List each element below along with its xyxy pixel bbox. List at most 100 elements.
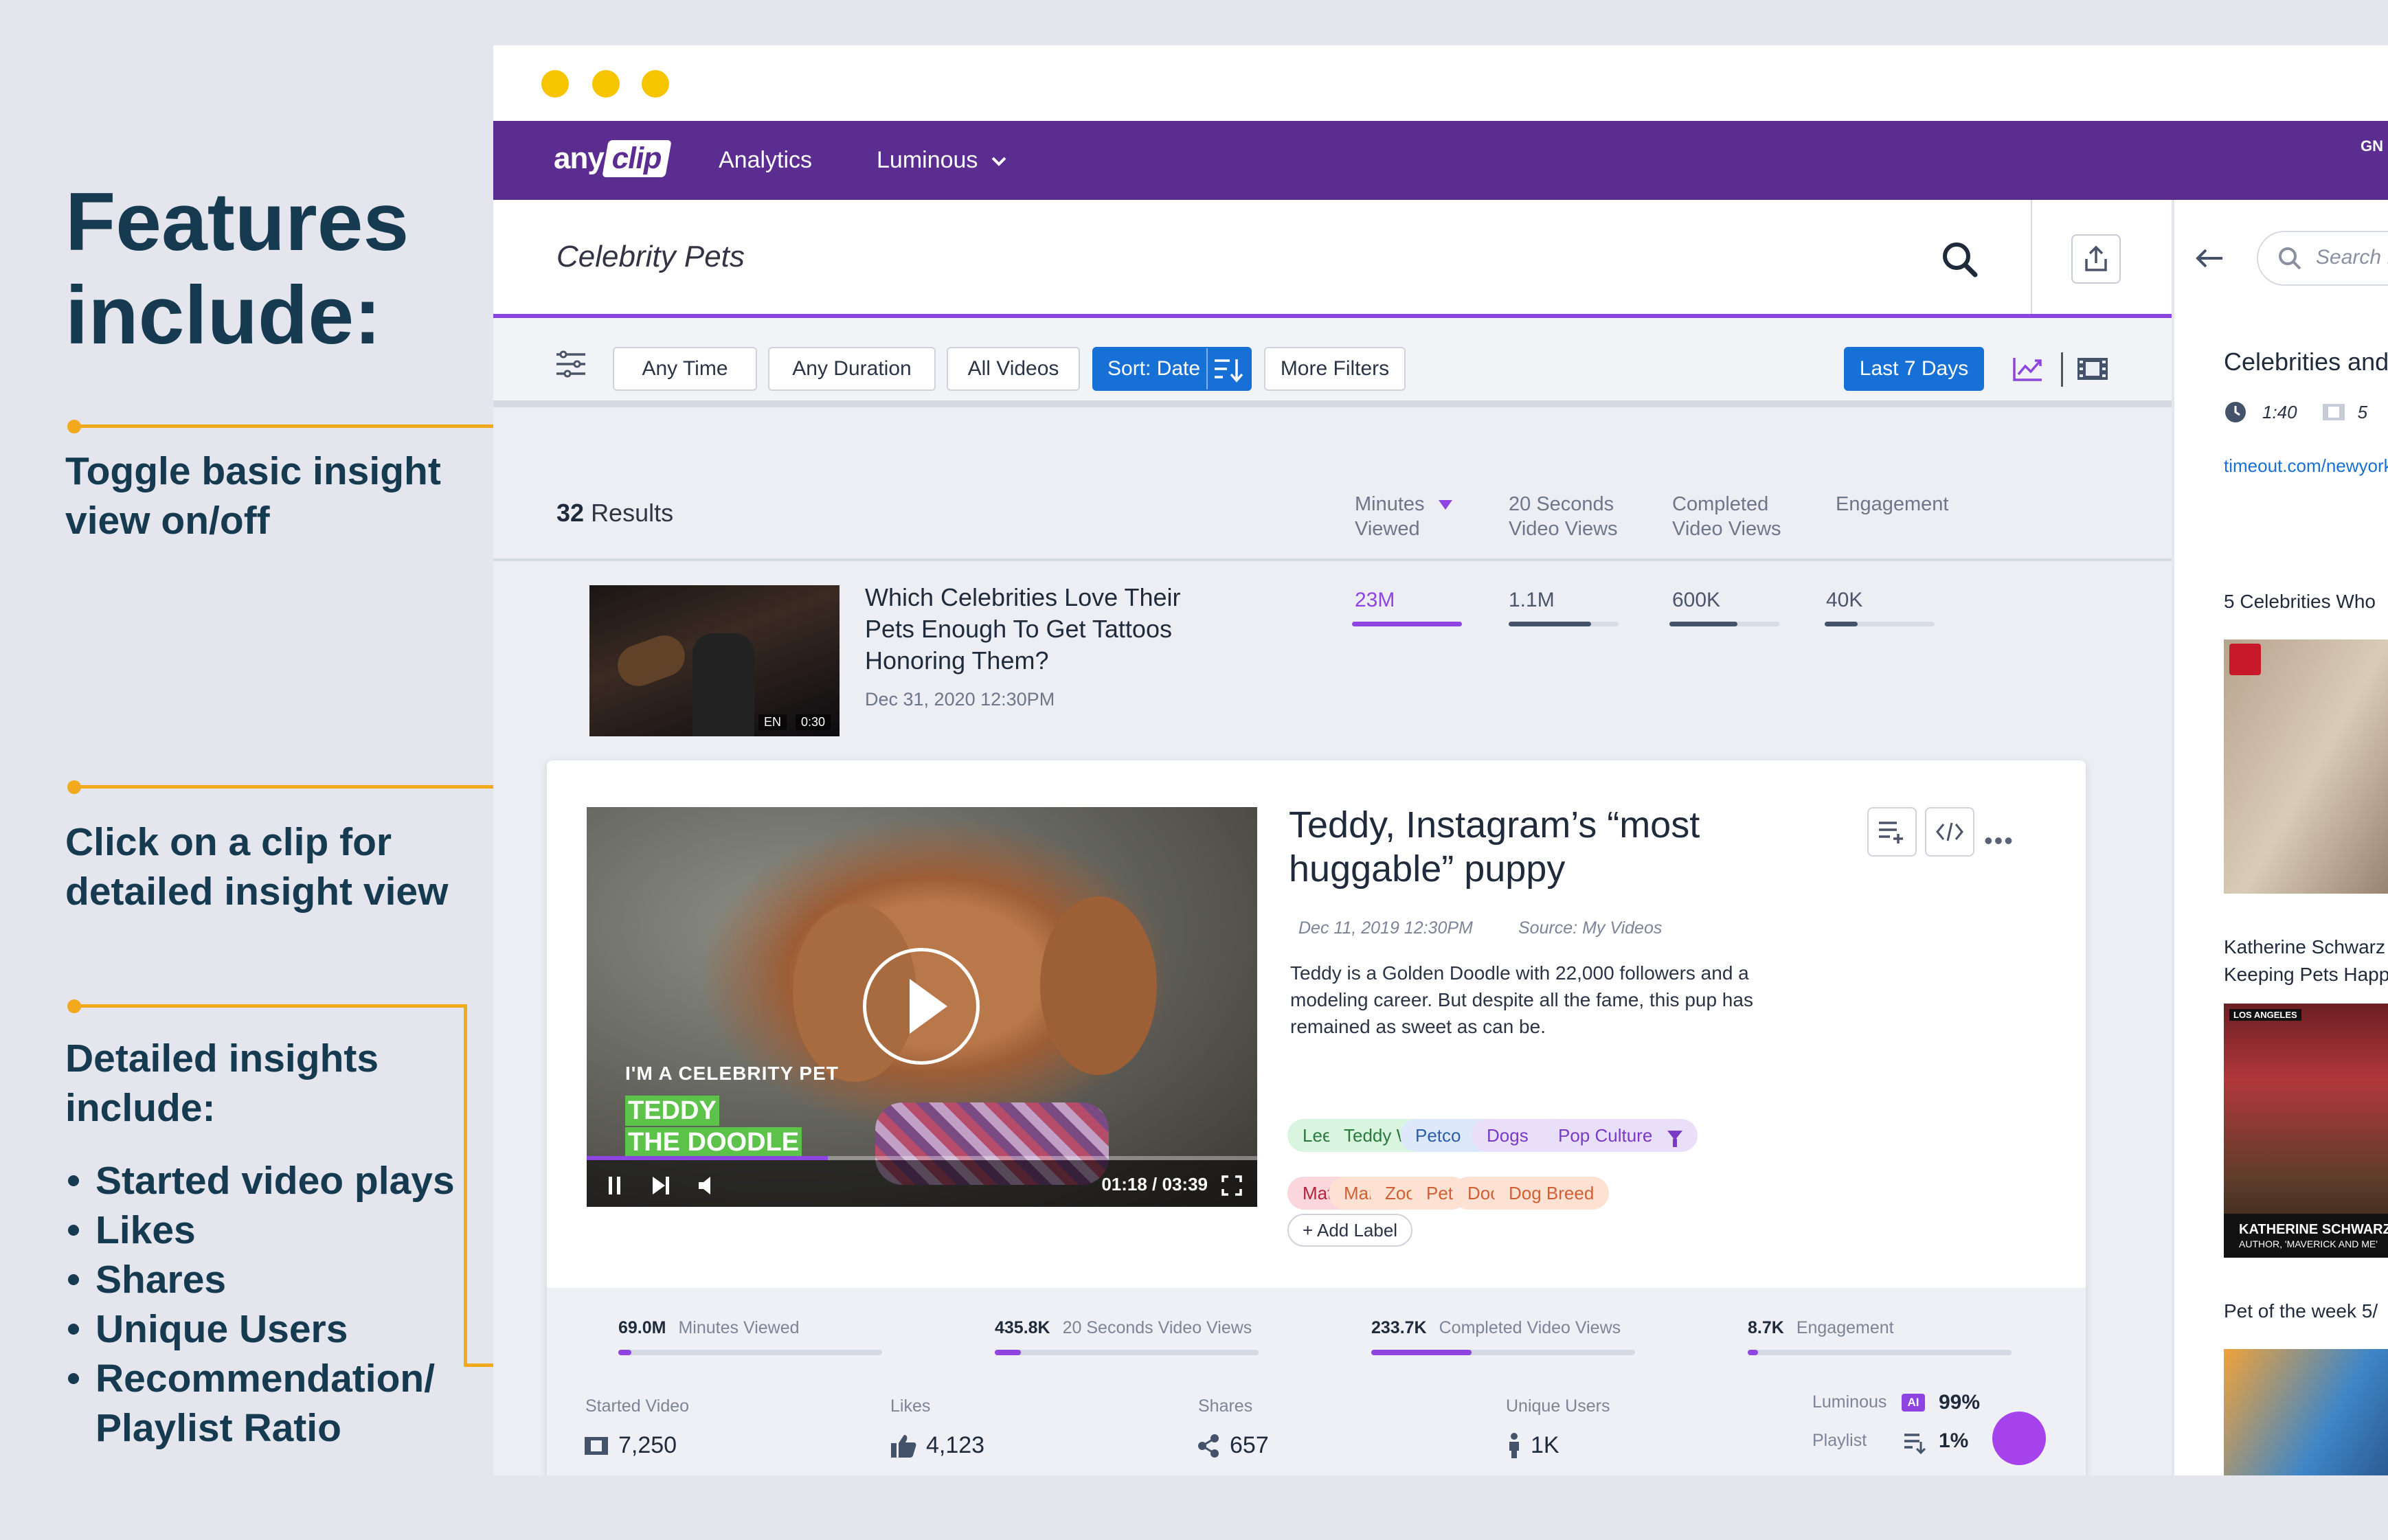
- filter-any-time[interactable]: Any Time: [613, 347, 757, 391]
- detail-card[interactable]: I'M A CELEBRITY PET TEDDY THE DOODLE 01:…: [547, 760, 2086, 1475]
- page-title[interactable]: Celebrities and: [2224, 348, 2388, 376]
- video-player[interactable]: I'M A CELEBRITY PET TEDDY THE DOODLE 01:…: [587, 807, 1257, 1207]
- likes-label: Likes: [890, 1396, 931, 1416]
- started-video-value: 7,250: [584, 1432, 677, 1459]
- annotation-toggle: Toggle basic insight view on/off: [65, 449, 441, 543]
- likes-value: 4,123: [890, 1432, 984, 1459]
- video-thumbnail[interactable]: EN 0:30: [589, 585, 840, 736]
- metric-bar: [1669, 622, 1779, 626]
- top-nav: any clip Analytics Luminous GN: [493, 121, 2388, 200]
- thumbs-up-icon: [891, 1434, 916, 1458]
- divider: [2061, 352, 2063, 387]
- sort-date-button[interactable]: Sort: Date: [1092, 347, 1252, 391]
- tag-chip[interactable]: Pop Culture: [1543, 1119, 1698, 1152]
- insight-stats: 69.0M Minutes Viewed 435.8K 20 Seconds Vid…: [547, 1288, 2086, 1475]
- film-strip-icon[interactable]: [2076, 356, 2109, 381]
- filter-any-duration[interactable]: Any Duration: [768, 347, 936, 391]
- search-bar: Celebrity Pets: [493, 200, 2172, 318]
- nav-analytics[interactable]: Analytics: [719, 147, 812, 174]
- add-to-playlist-button[interactable]: [1867, 807, 1917, 857]
- more-filters-button[interactable]: More Filters: [1264, 347, 1406, 391]
- language-badge: EN: [758, 714, 787, 730]
- tag-chip[interactable]: Dog Breed: [1494, 1177, 1610, 1210]
- related-item-title[interactable]: Katherine Schwarz Keeping Pets Happ: [2224, 933, 2388, 988]
- col-completed-views[interactable]: Completed Video Views: [1672, 492, 1781, 541]
- add-label-button[interactable]: + Add Label: [1287, 1214, 1413, 1247]
- ai-badge: AI: [1902, 1394, 1925, 1412]
- window-minimize-dot[interactable]: [592, 70, 620, 98]
- results-count: 32 Results: [556, 499, 674, 527]
- list-item: Shares: [65, 1255, 455, 1304]
- filter-funnel-icon[interactable]: [1667, 1131, 1683, 1147]
- search-icon: [2279, 247, 2301, 270]
- stat-engagement: 8.7K Engagement: [1748, 1318, 1894, 1337]
- metric-20s-views: 1.1M: [1509, 589, 1555, 611]
- related-pages-panel: Search Pages Celebrities and 1:40 5 time…: [2172, 200, 2388, 1475]
- app-window: any clip Analytics Luminous GN Celebrity …: [493, 45, 2388, 1475]
- code-icon: [1936, 822, 1963, 841]
- detail-title: Teddy, Instagram’s “most huggable” puppy: [1289, 804, 1700, 890]
- last-7-days-button[interactable]: Last 7 Days: [1844, 347, 1984, 391]
- luminous-label: Luminous: [1812, 1392, 1887, 1412]
- filter-sliders-icon[interactable]: [555, 350, 587, 378]
- share-upload-button[interactable]: [2071, 234, 2121, 284]
- detail-source: Source: My Videos: [1518, 918, 1663, 938]
- metric-minutes-viewed: 23M: [1355, 589, 1395, 611]
- window-maximize-dot[interactable]: [642, 70, 669, 98]
- volume-icon[interactable]: [697, 1175, 717, 1196]
- search-icon[interactable]: [1939, 238, 1980, 280]
- metric-bar: [1509, 622, 1619, 626]
- annotation-line-detailed-down: [464, 1004, 467, 1367]
- metric-bar: [1352, 622, 1462, 626]
- video-overlay-text: I'M A CELEBRITY PET: [625, 1063, 839, 1084]
- annotation-detailed: Detailed insights include:: [65, 1037, 379, 1130]
- next-icon[interactable]: [650, 1175, 672, 1196]
- related-item-title[interactable]: Pet of the week 5/: [2224, 1298, 2378, 1325]
- fullscreen-icon[interactable]: [1221, 1175, 1242, 1196]
- metric-engagement: 40K: [1826, 589, 1863, 611]
- pause-icon[interactable]: [606, 1175, 624, 1196]
- film-icon: [585, 1436, 608, 1455]
- annotation-line-detailed: [74, 1004, 467, 1008]
- insight-toggle-chart-icon[interactable]: [2012, 355, 2045, 383]
- caption-bar: KATHERINE SCHWARZ AUTHOR, 'MAVERICK AND …: [2224, 1214, 2388, 1258]
- related-item-thumbnail[interactable]: [2224, 1349, 2388, 1475]
- video-title[interactable]: Which Celebrities Love Their Pets Enough…: [865, 582, 1222, 677]
- divider: [2031, 200, 2032, 314]
- window-close-dot[interactable]: [541, 70, 569, 98]
- list-item: Started video plays: [65, 1156, 455, 1205]
- related-item-title[interactable]: 5 Celebrities Who: [2224, 588, 2376, 615]
- stat-bar: [1748, 1350, 2012, 1355]
- page-link[interactable]: timeout.com/newyork: [2224, 455, 2388, 477]
- metric-bar: [1825, 622, 1935, 626]
- filter-all-videos[interactable]: All Videos: [947, 347, 1080, 391]
- annotation-line-click: [74, 785, 528, 789]
- stat-bar: [1371, 1350, 1635, 1355]
- search-pages-input[interactable]: Search Pages: [2257, 231, 2388, 286]
- detail-description: Teddy is a Golden Doodle with 22,000 fol…: [1290, 962, 1753, 1037]
- unique-users-value: 1K: [1507, 1432, 1559, 1459]
- more-options-icon[interactable]: •••: [1984, 826, 2014, 855]
- upload-icon: [2085, 245, 2107, 271]
- ratio-pie-chart: [1992, 1412, 2046, 1465]
- back-arrow-icon[interactable]: [2195, 247, 2224, 270]
- related-item-thumbnail[interactable]: [2224, 639, 2388, 894]
- stat-minutes-viewed: 69.0M Minutes Viewed: [618, 1318, 800, 1337]
- user-avatar-label[interactable]: GN: [2361, 136, 2388, 157]
- started-video-label: Started Video: [585, 1396, 690, 1416]
- list-item: Recommendation/: [65, 1354, 455, 1403]
- embed-code-button[interactable]: [1925, 807, 1974, 857]
- annotation-click: Click on a clip for detailed insight view: [65, 820, 449, 914]
- col-20s-views[interactable]: 20 Seconds Video Views: [1509, 492, 1618, 541]
- search-query[interactable]: Celebrity Pets: [556, 240, 745, 274]
- stat-bar: [995, 1350, 1259, 1355]
- window-titlebar: [493, 45, 2388, 121]
- stat-bar: [618, 1350, 882, 1355]
- detail-date: Dec 11, 2019 12:30PM: [1298, 918, 1473, 938]
- nav-luminous[interactable]: Luminous: [877, 147, 1008, 174]
- anyclip-logo[interactable]: any clip: [554, 140, 672, 177]
- playlist-icon: [1904, 1434, 1926, 1454]
- col-engagement[interactable]: Engagement: [1836, 492, 1948, 517]
- related-item-thumbnail[interactable]: LOS ANGELES KATHERINE SCHWARZ AUTHOR, 'M…: [2224, 1004, 2388, 1258]
- col-minutes-viewed[interactable]: Minutes Viewed: [1355, 492, 1452, 541]
